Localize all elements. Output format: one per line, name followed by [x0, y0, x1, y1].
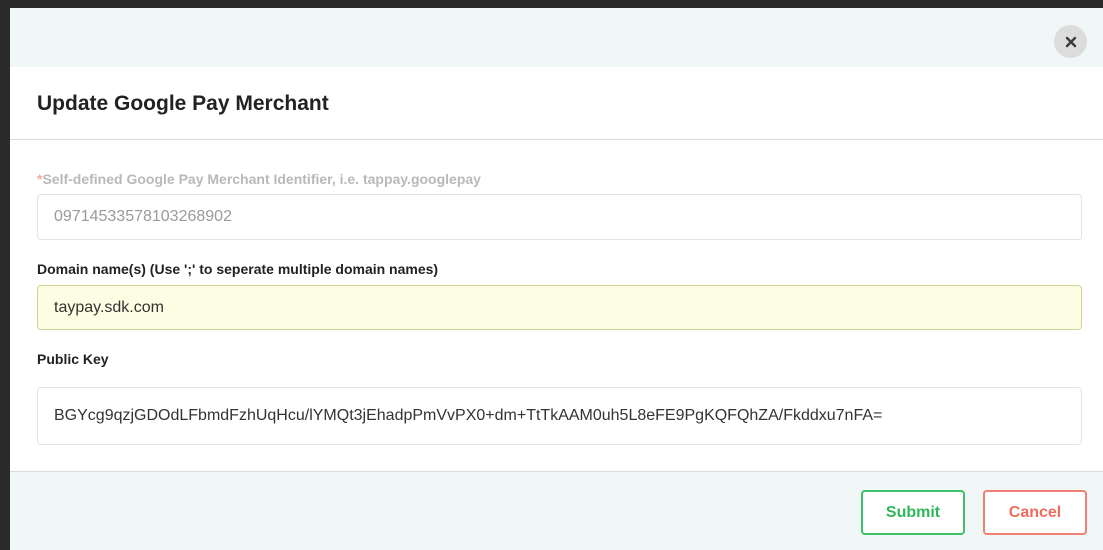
public-key-value: BGYcg9qzjGDOdLFbmdFzhUqHcu/lYMQt3jEhadpP… [54, 407, 883, 424]
public-key-field[interactable]: BGYcg9qzjGDOdLFbmdFzhUqHcu/lYMQt3jEhadpP… [37, 387, 1082, 445]
close-icon [1065, 36, 1077, 48]
close-button[interactable] [1054, 25, 1087, 58]
merchant-id-label-text: Self-defined Google Pay Merchant Identif… [42, 171, 481, 187]
domain-names-field[interactable]: taypay.sdk.com [37, 285, 1082, 330]
cancel-button[interactable]: Cancel [983, 490, 1087, 535]
merchant-id-value: 09714533578103268902 [54, 208, 232, 225]
merchant-id-field[interactable]: 09714533578103268902 [37, 194, 1082, 240]
modal-top-band [10, 8, 1103, 67]
header-divider [10, 139, 1103, 140]
update-merchant-modal: Update Google Pay Merchant *Self-defined… [10, 8, 1103, 550]
public-key-label: Public Key [37, 351, 109, 367]
domain-names-label: Domain name(s) (Use ';' to seperate mult… [37, 261, 439, 277]
modal-title: Update Google Pay Merchant [37, 92, 329, 115]
submit-button[interactable]: Submit [861, 490, 965, 535]
domain-names-value: taypay.sdk.com [54, 298, 164, 316]
modal-footer: Submit Cancel [10, 472, 1103, 550]
merchant-id-label: *Self-defined Google Pay Merchant Identi… [37, 171, 481, 187]
